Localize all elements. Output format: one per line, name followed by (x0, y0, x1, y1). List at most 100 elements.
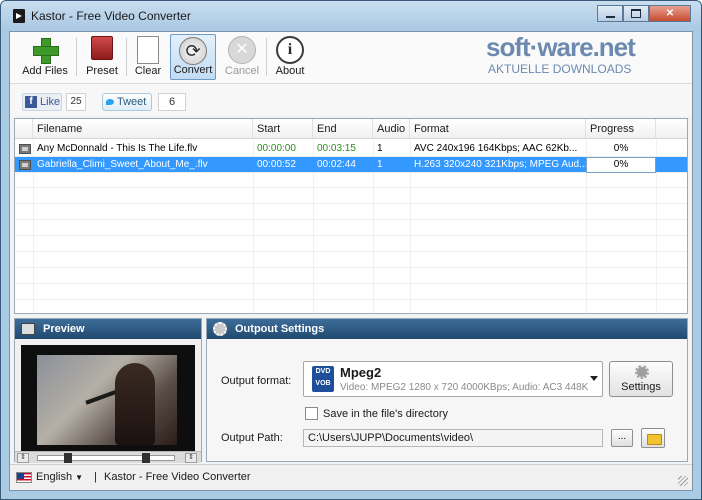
title-bar: Kastor - Free Video Converter ✕ (1, 1, 701, 31)
row-progress-box: 0% (586, 157, 656, 173)
header-end[interactable]: End (313, 119, 373, 139)
grid-line (15, 299, 687, 300)
row-filename: Gabriella_Climi_Sweet_About_Me_.flv (37, 159, 208, 170)
step-forward-button[interactable]: ⇕ (185, 453, 197, 463)
step-back-button[interactable]: ⇕ (17, 453, 29, 463)
open-folder-button[interactable] (641, 428, 665, 448)
row-start[interactable]: 00:00:52 (253, 157, 313, 173)
row-progress: 0% (613, 143, 629, 154)
row-audio[interactable]: 1 (373, 141, 410, 157)
gear-icon (213, 322, 227, 336)
convert-button[interactable]: ⟳ Convert (170, 34, 216, 80)
cancel-icon: ✕ (228, 36, 256, 64)
browse-button[interactable]: ... (611, 429, 633, 447)
toolbar-separator (126, 38, 127, 76)
table-row-selected[interactable]: Gabriella_Climi_Sweet_About_Me_.flv 00:0… (15, 157, 687, 173)
app-icon (13, 9, 25, 23)
video-frame (37, 355, 177, 445)
preset-button[interactable]: Preset (82, 34, 122, 80)
grid-line (15, 235, 687, 236)
cancel-label: Cancel (224, 65, 260, 77)
save-in-directory-label[interactable]: Save in the file's directory (323, 408, 448, 420)
add-files-label: Add Files (22, 65, 68, 77)
clapperboard-icon (21, 323, 35, 335)
output-format-label: Output format: (221, 375, 292, 387)
row-end[interactable]: 00:03:15 (313, 141, 373, 157)
table-row[interactable]: Any McDonnald - This Is The Life.flv 00:… (15, 141, 687, 157)
like-label: Like (40, 96, 61, 108)
social-bar: f Like 25 Tweet 6 (10, 84, 692, 116)
toolbar: Add Files Preset Clear ⟳ Convert ✕ Cance… (10, 32, 692, 84)
status-app-name: Kastor - Free Video Converter (104, 471, 251, 483)
preview-title: Preview (43, 323, 85, 335)
toolbar-separator (266, 38, 267, 76)
settings-button[interactable]: Settings (609, 361, 673, 397)
tweet-label: Tweet (117, 96, 147, 108)
header-format[interactable]: Format (410, 119, 586, 139)
add-files-button[interactable]: Add Files (18, 34, 72, 80)
preview-seekbar[interactable]: ⇕ ⇕ (15, 451, 201, 463)
row-format: AVC 240x196 164Kbps; AAC 62Kb... (414, 143, 578, 154)
row-audio[interactable]: 1 (373, 157, 410, 173)
save-in-directory-checkbox[interactable] (305, 407, 318, 420)
language-selector[interactable]: English ▼ (36, 471, 83, 483)
us-flag-icon (16, 472, 32, 483)
app-window: Kastor - Free Video Converter ✕ Add File… (0, 0, 702, 500)
tweet-button[interactable]: Tweet (102, 93, 152, 111)
settings-label: Settings (621, 381, 661, 393)
toolbar-separator (76, 38, 77, 76)
end-marker[interactable] (142, 453, 150, 463)
format-description: Video: MPEG2 1280 x 720 4000KBps; Audio:… (340, 382, 589, 393)
add-icon (31, 36, 59, 64)
chevron-down-icon: ▼ (75, 473, 84, 482)
header-start[interactable]: Start (253, 119, 313, 139)
seek-track[interactable] (37, 453, 175, 463)
format-name: Mpeg2 (340, 365, 382, 380)
output-path-field[interactable]: C:\Users\JUPP\Documents\video\ (303, 429, 603, 447)
row-end[interactable]: 00:02:44 (313, 157, 373, 173)
singer-figure (115, 363, 155, 445)
status-bar: English ▼ | Kastor - Free Video Converte… (10, 464, 692, 490)
resize-grip[interactable] (678, 476, 688, 486)
output-format-dropdown[interactable]: DVD VOB Mpeg2 Video: MPEG2 1280 x 720 40… (303, 361, 603, 397)
output-settings-panel: Outpout Settings Output format: DVD VOB … (206, 318, 688, 462)
info-icon: i (276, 36, 304, 64)
grid-line (15, 187, 687, 188)
dvd-vob-icon: DVD VOB (312, 366, 334, 392)
row-filename: Any McDonnald - This Is The Life.flv (37, 143, 198, 154)
output-settings-header: Outpout Settings (207, 319, 687, 339)
file-list[interactable]: Filename Start End Audio Format Progress (14, 118, 688, 314)
minimize-button[interactable] (597, 5, 623, 22)
clear-button[interactable]: Clear (130, 34, 166, 80)
preset-label: Preset (86, 65, 118, 77)
tweet-count: 6 (158, 93, 186, 111)
start-marker[interactable] (64, 453, 72, 463)
output-path-label: Output Path: (221, 432, 283, 444)
preset-icon (91, 36, 113, 60)
grid-line (15, 283, 687, 284)
maximize-button[interactable] (623, 5, 649, 22)
file-list-header: Filename Start End Audio Format Progress (15, 119, 687, 139)
grid-line (15, 203, 687, 204)
gear-icon (635, 365, 649, 379)
video-preview (21, 345, 195, 451)
convert-icon: ⟳ (179, 37, 207, 65)
row-format: H.263 320x240 321Kbps; MPEG Aud... (414, 159, 586, 170)
about-label: About (275, 65, 305, 77)
convert-label: Convert (173, 64, 213, 76)
about-button[interactable]: i About (270, 34, 310, 80)
row-start[interactable]: 00:00:00 (253, 141, 313, 157)
header-filename[interactable]: Filename (33, 119, 253, 139)
like-count: 25 (66, 93, 86, 111)
video-file-icon (19, 144, 31, 154)
header-progress[interactable]: Progress (586, 119, 656, 139)
facebook-like-button[interactable]: f Like (22, 93, 62, 111)
grid-line (15, 267, 687, 268)
close-button[interactable]: ✕ (649, 5, 691, 22)
cancel-button[interactable]: ✕ Cancel (222, 34, 262, 80)
preview-header: Preview (15, 319, 201, 339)
grid-line (15, 219, 687, 220)
header-audio[interactable]: Audio (373, 119, 410, 139)
twitter-bird-icon (106, 99, 114, 105)
main-client-area: Add Files Preset Clear ⟳ Convert ✕ Cance… (9, 31, 693, 491)
